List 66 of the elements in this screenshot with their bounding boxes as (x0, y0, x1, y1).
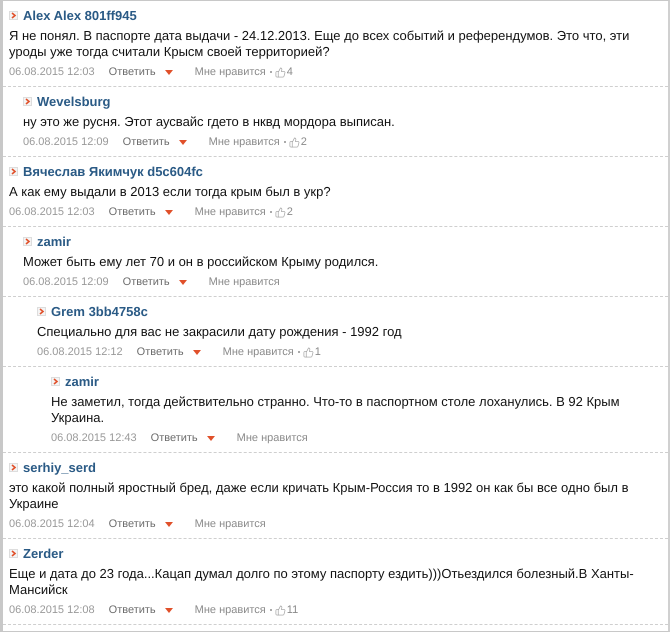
reply-link[interactable]: Ответить (136, 346, 184, 358)
like-link[interactable]: Мне нравится (194, 604, 266, 616)
thumbs-up-icon (288, 136, 300, 148)
reply-link[interactable]: Ответить (108, 518, 156, 530)
like-link[interactable]: Мне нравится (194, 518, 266, 530)
caret-icon[interactable] (164, 522, 173, 526)
like-count: 2 (286, 206, 293, 218)
comment-author[interactable]: Wevelsburg (37, 94, 110, 109)
reply-link[interactable]: Ответить (150, 432, 198, 444)
comment-date: 06.08.2015 12:08 (9, 604, 95, 616)
chevron-icon (23, 97, 32, 106)
comment-text: Может быть ему лет 70 и он в российском Крыму родился. (23, 254, 380, 270)
comment-text: Не заметил, тогда действительно странно. Что-то в паспортном столе лоханулись. В 92 Крым Украина. (51, 394, 621, 426)
reply-link[interactable]: Ответить (108, 604, 156, 616)
chevron-icon (9, 167, 18, 176)
comment-author[interactable]: Grem 3bb4758c (51, 304, 148, 319)
comment-author[interactable]: serhiy_serd (23, 460, 96, 475)
chevron-icon (9, 549, 18, 558)
thumbs-up-icon (302, 346, 314, 358)
comment-date: 06.08.2015 12:04 (9, 518, 95, 530)
comment-date: 06.08.2015 12:03 (9, 66, 95, 78)
like-link[interactable]: Мне нравится (222, 346, 294, 358)
comment-author[interactable]: Zerder (23, 546, 64, 561)
chevron-icon (9, 11, 18, 20)
comment-author[interactable]: zamir (37, 234, 71, 249)
like-link[interactable]: Мне нравится (208, 136, 280, 148)
like-link[interactable]: Мне нравится (194, 206, 266, 218)
like-count: 2 (300, 136, 307, 148)
like-count: 4 (286, 66, 293, 78)
thumbs-up-icon (274, 206, 286, 218)
thumbs-up-icon (274, 604, 286, 616)
caret-icon[interactable] (178, 280, 187, 284)
chevron-icon (51, 377, 60, 386)
caret-icon[interactable] (164, 608, 173, 612)
caret-icon[interactable] (164, 210, 173, 214)
comment-text: ну это же русня. Этот аусвайс гдето в нквд мордора выписан. (23, 114, 396, 130)
like-count: 1 (314, 346, 321, 358)
comment-text: Специально для вас не закрасили дату рождения - 1992 год (37, 324, 403, 340)
like-link[interactable]: Мне нравится (194, 66, 266, 78)
comment-author[interactable]: Alex Alex 801ff945 (23, 8, 137, 23)
like-count: 11 (286, 604, 298, 616)
reply-link[interactable]: Ответить (122, 276, 170, 288)
reply-link[interactable]: Ответить (108, 66, 156, 78)
comment-date: 06.08.2015 12:09 (23, 136, 109, 148)
comment-text: А как ему выдали в 2013 если тогда крым был в укр? (9, 184, 332, 200)
comment-text: Я не понял. В паспорте дата выдачи - 24.12.2013. Еще до всех событий и референдумов. Это что, эти уроды уже тогда считали Крысм своей территорией? (9, 28, 630, 60)
comment-author[interactable]: Вячеслав Якимчук d5c604fc (23, 164, 203, 179)
comment-date: 06.08.2015 12:12 (37, 346, 123, 358)
caret-icon[interactable] (178, 140, 187, 144)
comment-date: 06.08.2015 12:09 (23, 276, 109, 288)
caret-icon[interactable] (192, 350, 201, 354)
chevron-icon (37, 307, 46, 316)
comment-author[interactable]: zamir (65, 374, 99, 389)
caret-icon[interactable] (206, 436, 215, 440)
comment-text: это какой полный яростный бред, даже если кричать Крым-Россия то в 1992 он как бы все одно был в Украине (9, 480, 630, 512)
like-link[interactable]: Мне нравится (236, 432, 308, 444)
reply-link[interactable]: Ответить (108, 206, 156, 218)
comment-date: 06.08.2015 12:43 (51, 432, 137, 444)
reply-link[interactable]: Ответить (122, 136, 170, 148)
caret-icon[interactable] (164, 70, 173, 74)
thumbs-up-icon (274, 66, 286, 78)
chevron-icon (23, 237, 32, 246)
comment-text: Еще и дата до 23 года...Кацап думал долго по этому паспорту ездить)))Отьездился болезный.В Ханты-Мансийск (9, 566, 635, 598)
like-link[interactable]: Мне нравится (208, 276, 280, 288)
chevron-icon (9, 463, 18, 472)
comment-date: 06.08.2015 12:03 (9, 206, 95, 218)
